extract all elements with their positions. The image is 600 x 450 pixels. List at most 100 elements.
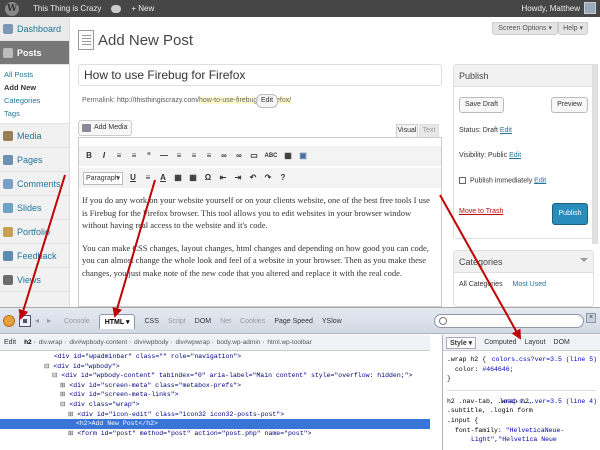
close-icon[interactable]: × [586,313,596,323]
css-selector[interactable]: h2 .nav-tab, .wrap h2, load-s...ver=3.5 (… [447,397,597,407]
breadcrumb-item[interactable]: body.wp-admin [217,339,265,346]
strikethrough-button[interactable]: ≡ [113,150,125,162]
spellcheck-icon[interactable]: ABC [263,150,279,162]
new-content-link[interactable]: + New [131,4,154,13]
forward-arrow-icon[interactable]: ▸ [47,317,55,325]
help-button[interactable]: Help ▾ [558,22,588,35]
publish-heading[interactable]: Publish [454,65,593,87]
redo-icon[interactable]: ↷ [262,172,274,184]
add-media-button[interactable]: Add Media [78,120,133,136]
css-selector[interactable]: .wrap h2 {colors.css?ver=3.5 (line 5) [447,355,597,365]
html-node[interactable]: ⊞ <form id="post" method="post" action="… [0,429,430,439]
insert-link-icon[interactable]: ∞ [218,150,230,162]
undo-icon[interactable]: ↶ [247,172,259,184]
html-node-selected[interactable]: <h2>Add New Post</h2> [0,419,430,429]
menu-item-comments[interactable]: Comments [0,172,69,196]
html-node[interactable]: ⊟ <div id="wpbody"> [0,362,430,372]
breadcrumb-item[interactable]: h2 [24,339,36,346]
tab-yslow[interactable]: YSlow [322,318,342,325]
breadcrumb-item[interactable]: div.wrap [39,339,67,346]
submenu-add-new[interactable]: Add New [4,81,69,94]
post-title-input[interactable]: How to use Firebug for Firefox [78,64,442,86]
breadcrumb-item[interactable]: html.wp-toolbar [267,339,311,346]
tab-script[interactable]: Script [168,318,186,325]
screen-options-button[interactable]: Screen Options ▾ [492,22,558,35]
howdy-user-link[interactable]: Howdy, Matthew [521,4,580,13]
css-selector[interactable]: .subtitle, .login form [447,406,597,416]
unlink-icon[interactable]: ∞ [233,150,245,162]
css-selector[interactable]: .input { [447,416,597,426]
tab-all-categories[interactable]: All Categories [459,281,503,288]
breadcrumb-item[interactable]: div#wpbody [134,339,172,346]
inspect-element-icon[interactable] [19,315,31,327]
text-color-button[interactable]: A [157,172,169,184]
categories-heading[interactable]: Categories [454,251,593,273]
firebug-search-input[interactable] [434,314,584,328]
tab-page-speed[interactable]: Page Speed [274,318,313,325]
tab-console[interactable]: Console [64,318,90,325]
tab-net[interactable]: Net [220,318,231,325]
html-node[interactable]: ⊞ <div id="screen-meta" class="metabox-p… [0,381,430,391]
firebug-bug-icon[interactable] [3,315,15,327]
html-node[interactable]: ⊟ <div id="wpbody-content" tabindex="0" … [0,371,430,381]
html-node[interactable]: ⊞ <div id="screen-meta-links"> [0,390,430,400]
edit-html-button[interactable]: Edit [4,339,16,346]
align-left-button[interactable]: ≡ [173,150,185,162]
special-character-icon[interactable]: Ω [202,172,214,184]
underline-button[interactable]: U [127,172,139,184]
paste-word-icon[interactable]: ▦ [187,172,199,184]
menu-item-feedback[interactable]: Feedback [0,244,69,268]
horizontal-rule-button[interactable]: — [158,150,170,162]
fullscreen-icon[interactable]: ▦ [282,150,294,162]
outdent-icon[interactable]: ⇤ [217,172,229,184]
html-node[interactable]: <div id="wpadminbar" class="" role="navi… [0,352,430,362]
css-source-link[interactable]: colors.css?ver=3.5 (line 5) [492,355,597,365]
wordpress-logo-icon[interactable]: W [5,1,19,16]
menu-item-slides[interactable]: Slides [0,196,69,220]
menu-item-pages[interactable]: Pages [0,148,69,172]
editor-content[interactable]: If you do any work on your website yours… [79,194,441,289]
menu-item-media[interactable]: Media [0,124,69,148]
preview-button[interactable]: Preview [551,97,588,113]
save-draft-button[interactable]: Save Draft [459,97,505,113]
menu-item-portfolio[interactable]: Portfolio [0,220,69,244]
tab-dom[interactable]: DOM [195,318,211,325]
avatar[interactable] [584,2,596,14]
submenu-categories[interactable]: Categories [4,94,69,107]
insert-more-icon[interactable]: ▭ [248,150,260,162]
edit-permalink-button[interactable]: Edit [256,94,279,108]
align-center-button[interactable]: ≡ [188,150,200,162]
justify-button[interactable]: ≡ [142,172,154,184]
submenu-all-posts[interactable]: All Posts [4,68,69,81]
status-edit-link[interactable]: Edit [500,127,512,134]
tab-computed[interactable]: Computed [484,339,516,346]
tab-visual[interactable]: Visual [396,124,418,137]
html-node[interactable]: ⊞ <div id="icon-edit" class="icon32 icon… [0,410,430,420]
tab-cookies[interactable]: Cookies [240,318,265,325]
back-arrow-icon[interactable]: ◂ [35,317,43,325]
css-declaration[interactable]: color: #464646; [447,365,597,375]
site-name-link[interactable]: This Thing is Crazy [33,4,101,13]
bullet-list-button[interactable]: ≡ [128,150,140,162]
tab-css[interactable]: CSS [144,318,158,325]
tab-layout[interactable]: Layout [525,339,546,346]
comments-icon[interactable] [111,4,122,13]
css-source-link[interactable]: load-s...ver=3.5 (line 4) [499,397,597,407]
html-node[interactable]: ⊟ <div class="wrap"> [0,400,430,410]
tab-html[interactable]: HTML ▾ [98,313,136,329]
menu-item-dashboard[interactable]: Dashboard [0,17,69,41]
move-to-trash-link[interactable]: Move to Trash [459,208,503,215]
paste-text-icon[interactable]: ▦ [172,172,184,184]
tab-text[interactable]: Text [419,124,439,137]
tab-most-used[interactable]: Most Used [513,281,546,288]
indent-icon[interactable]: ⇥ [232,172,244,184]
breadcrumb-item[interactable]: div#wpbody-content [69,339,131,346]
visibility-edit-link[interactable]: Edit [509,152,521,159]
kitchen-sink-icon[interactable]: ▣ [297,150,309,162]
bold-button[interactable]: B [83,150,95,162]
breadcrumb-item[interactable]: div#wpwrap [175,339,213,346]
tab-style[interactable]: Style ▾ [446,336,477,349]
help-icon[interactable]: ? [277,172,289,184]
italic-button[interactable]: I [98,150,110,162]
menu-item-posts[interactable]: Posts [0,41,69,65]
